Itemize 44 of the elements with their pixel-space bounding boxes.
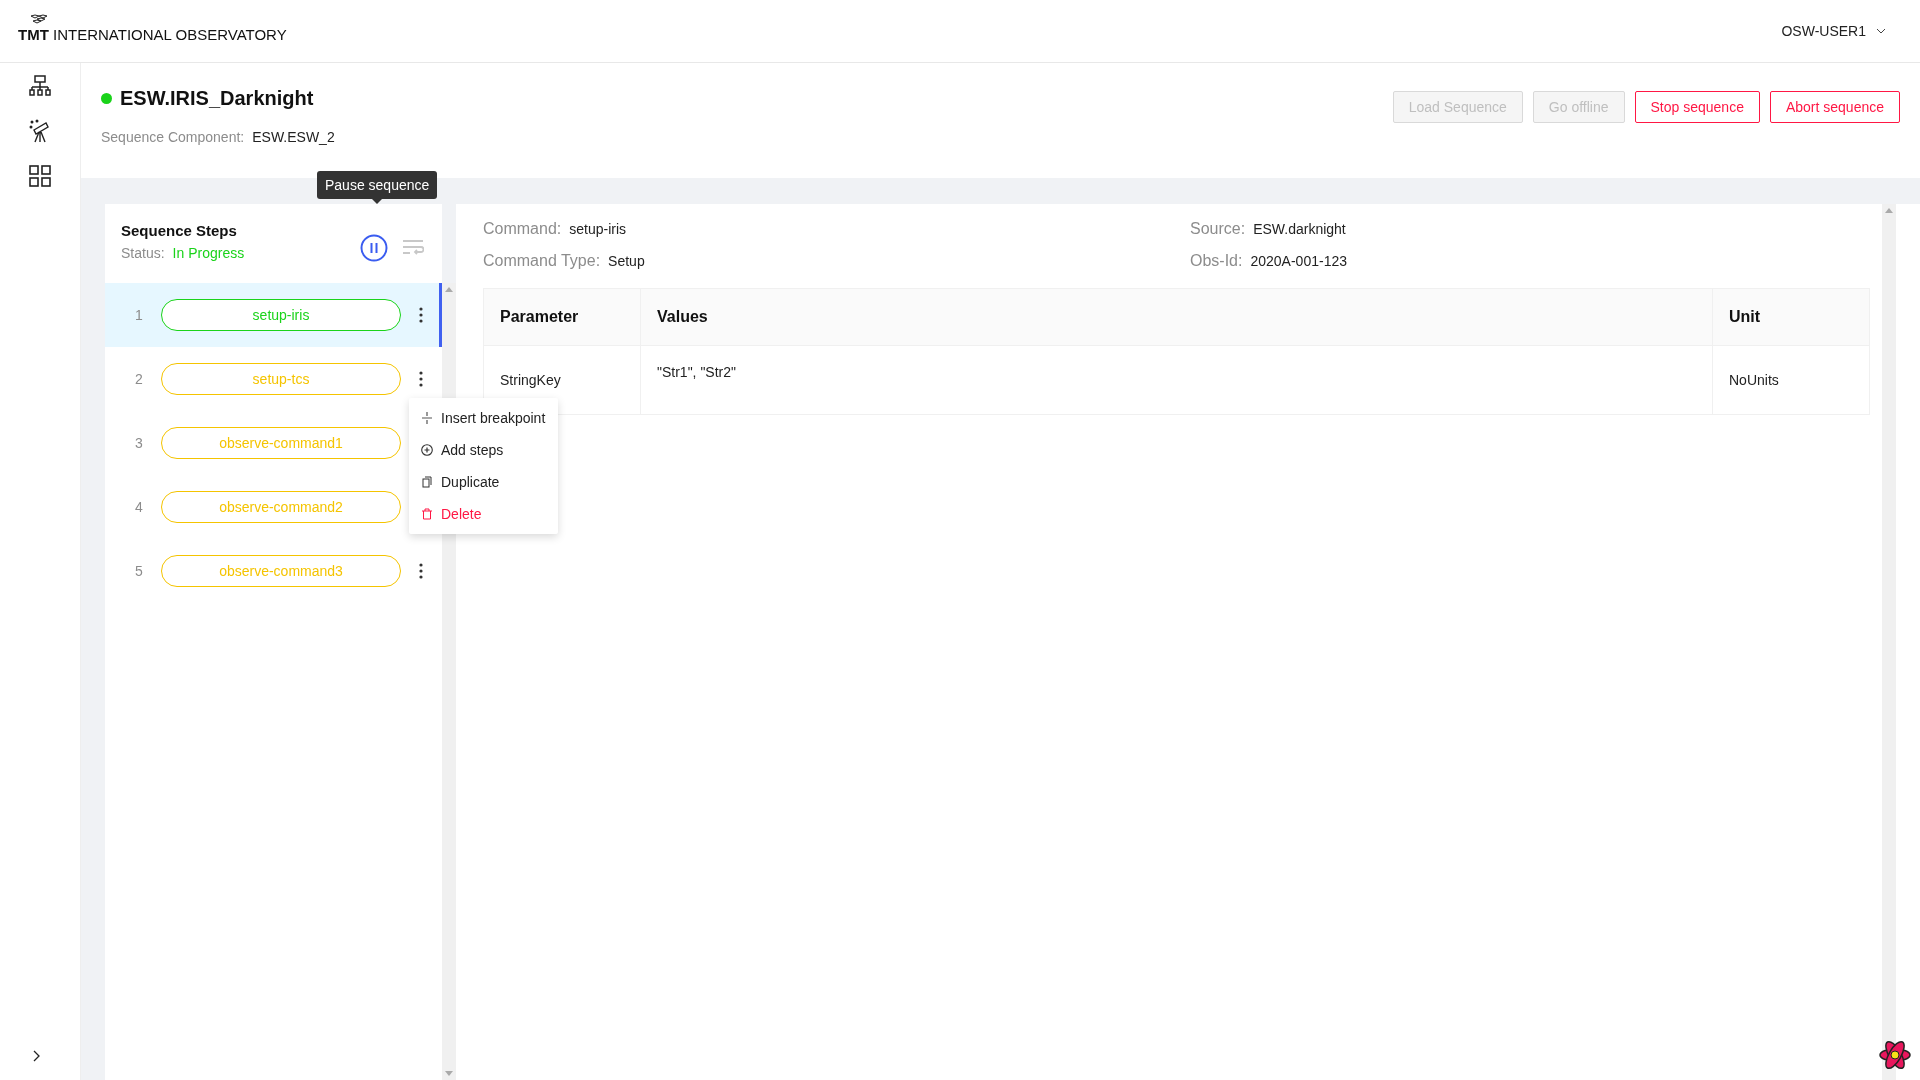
add-icon [421, 444, 433, 456]
step-number: 2 [135, 371, 144, 387]
status-label: Status: [121, 245, 165, 261]
logo-icon [28, 13, 50, 26]
field-label: Command Type: [483, 252, 601, 270]
user-menu[interactable]: OSW-USER1 [1781, 23, 1886, 39]
delete-icon [421, 508, 433, 520]
pause-button[interactable] [360, 233, 388, 262]
field-label: Command: [483, 220, 562, 238]
copy-icon [421, 476, 433, 488]
step-number: 1 [135, 307, 144, 323]
organization-name: TMT INTERNATIONAL OBSERVATORY [18, 25, 287, 43]
scrollbar[interactable] [1882, 204, 1896, 1080]
step-number: 4 [135, 499, 144, 515]
grid-icon[interactable] [29, 165, 51, 187]
step-row[interactable]: 1 setup-iris [105, 283, 442, 347]
column-header: Values [640, 288, 1713, 346]
split-icon [421, 412, 433, 424]
column-header: Parameter [483, 288, 641, 346]
action-button[interactable]: Abort sequence [1769, 91, 1900, 123]
component-value: ESW.ESW_2 [252, 129, 335, 145]
status-value: In Progress [172, 245, 245, 261]
tooltip-arrow [372, 199, 383, 204]
step-number: 5 [135, 563, 144, 579]
column-header: Unit [1712, 288, 1870, 346]
field-value: ESW.darknight [1253, 221, 1346, 237]
field-value: Setup [608, 253, 645, 269]
sequencer-title: ESW.IRIS_Darknight [120, 87, 314, 110]
table-cell: "Str1", "Str2" [640, 345, 1713, 415]
panel-title: Sequence Steps [121, 222, 238, 239]
hierarchy-icon[interactable] [29, 75, 51, 97]
expand-icon[interactable] [33, 1050, 41, 1062]
table-cell: NoUnits [1712, 345, 1870, 415]
action-button[interactable]: Stop sequence [1634, 91, 1760, 123]
component-label: Sequence Component: [101, 129, 245, 145]
field-label: Obs-Id: [1190, 252, 1243, 270]
field-value: setup-iris [569, 221, 627, 237]
field-value: 2020A-001-123 [1250, 253, 1347, 269]
step-pill[interactable]: setup-iris [161, 299, 401, 331]
field-label: Source: [1190, 220, 1246, 238]
caret-icon [1876, 28, 1886, 34]
step-number: 3 [135, 435, 144, 451]
atom-icon[interactable] [1878, 1038, 1912, 1072]
telescope-icon[interactable] [29, 119, 51, 143]
